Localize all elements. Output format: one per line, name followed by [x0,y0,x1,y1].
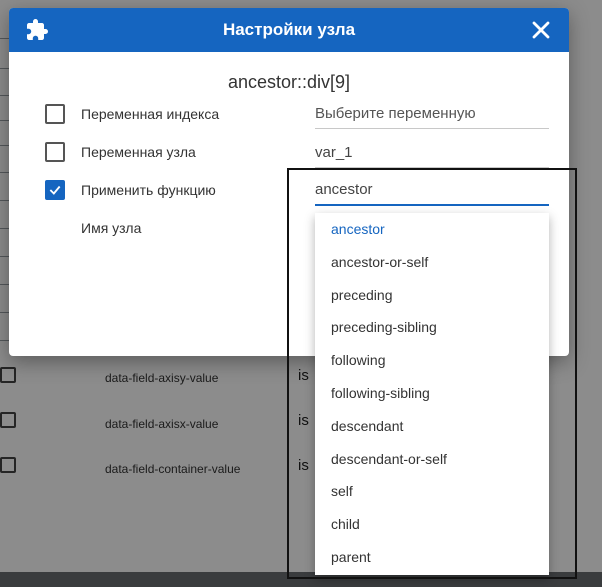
function-select-value: ancestor [315,181,373,198]
apply-function-label: Применить функцию [81,182,216,198]
index-variable-checkbox[interactable] [45,104,65,124]
dialog-title: Настройки узла [222,20,356,39]
apply-function-checkbox[interactable] [45,180,65,200]
index-variable-label: Переменная индекса [81,106,220,122]
index-variable-value: Выберите переменную [315,105,476,122]
node-variable-label: Переменная узла [81,144,196,160]
dropdown-option[interactable]: self [315,475,549,508]
checkmark-icon [49,185,61,195]
close-icon[interactable] [527,16,555,44]
dropdown-option[interactable]: following-sibling [315,377,549,410]
dropdown-option[interactable]: preceding-sibling [315,311,549,344]
function-dropdown-list: ancestor ancestor-or-self preceding prec… [315,213,549,575]
dropdown-option[interactable]: following [315,344,549,377]
dropdown-option[interactable]: ancestor-or-self [315,246,549,279]
function-select[interactable]: ancestor [315,176,549,206]
node-path: ancestor::div[9] [227,72,351,92]
node-name-label: Имя узла [81,220,142,236]
dropdown-option[interactable]: ancestor [315,213,549,246]
index-variable-select[interactable]: Выберите переменную [315,100,549,129]
dropdown-option[interactable]: descendant-or-self [315,443,549,476]
dropdown-option[interactable]: descendant [315,410,549,443]
node-variable-input[interactable]: var_1 [315,139,549,168]
node-variable-checkbox[interactable] [45,142,65,162]
dropdown-option[interactable]: child [315,508,549,541]
dropdown-option[interactable]: parent [315,541,549,574]
dialog-header: Настройки узла [9,8,569,52]
dropdown-option[interactable]: preceding [315,279,549,312]
node-variable-value: var_1 [315,144,353,161]
